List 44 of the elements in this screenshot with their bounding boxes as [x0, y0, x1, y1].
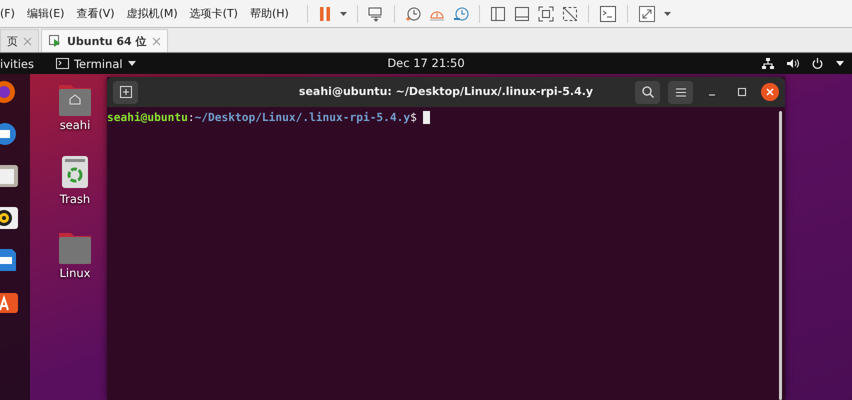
menu-button[interactable]	[668, 80, 693, 104]
menu-item[interactable]: 编辑(E)	[26, 6, 70, 21]
desktop-icon-label[interactable]: Linux	[60, 266, 90, 280]
volume-icon[interactable]	[787, 58, 799, 69]
desktop-icon-label[interactable]: seahi	[60, 118, 90, 132]
panel-icon[interactable]	[514, 6, 530, 22]
clock[interactable]: Dec 17 21:50	[387, 56, 465, 70]
menu-item[interactable]: 帮助(H)	[250, 6, 295, 21]
pause-icon[interactable]	[318, 6, 332, 22]
caret-icon[interactable]	[664, 12, 671, 16]
desktop-icon-label[interactable]: Trash	[60, 192, 90, 206]
menu-item[interactable]: (F)	[0, 7, 21, 20]
window-title: seahi@ubuntu: ~/Desktop/Linux/.linux-rpi-5.4.y	[298, 85, 594, 98]
tab-label: 页	[7, 34, 18, 48]
terminal-icon	[56, 58, 69, 69]
menu-item[interactable]: 选项卡(T)	[190, 6, 244, 21]
menu-icon	[676, 88, 686, 96]
search-button[interactable]	[635, 80, 660, 104]
send-keys-icon[interactable]	[368, 6, 384, 22]
terminal-icon[interactable]	[598, 4, 617, 22]
new-tab-icon	[120, 86, 132, 98]
command-prompt: seahi@ubuntu:~/Desktop/Linux/.linux-rpi-5.4.y$	[107, 111, 430, 124]
stretch-icon[interactable]	[638, 4, 656, 22]
menu-item[interactable]: 虚拟机(M)	[126, 6, 184, 21]
caret-icon[interactable]	[836, 61, 844, 66]
close-icon[interactable]	[761, 83, 779, 101]
scrollbar[interactable]	[779, 111, 782, 400]
vm-icon	[48, 34, 62, 48]
fullscreen-icon[interactable]	[538, 6, 554, 22]
network-icon[interactable]	[762, 58, 774, 69]
new-tab-button[interactable]	[113, 80, 138, 104]
vm-tab[interactable]: Ubuntu 64 位	[41, 29, 168, 52]
caret-icon[interactable]	[128, 61, 136, 66]
tab-label: Ubuntu 64 位	[67, 34, 147, 48]
text-cursor	[422, 111, 430, 124]
caret-icon[interactable]	[340, 12, 347, 16]
no-display-icon[interactable]	[562, 6, 578, 22]
power-icon[interactable]	[812, 58, 823, 69]
activities-button[interactable]: ivities	[0, 56, 34, 70]
vm-tab[interactable]: 页	[0, 29, 39, 52]
menu-item[interactable]: 查看(V)	[76, 6, 121, 21]
app-menu[interactable]: Terminal	[74, 56, 123, 70]
sidebar-icon[interactable]	[490, 6, 506, 22]
search-icon	[642, 86, 654, 98]
